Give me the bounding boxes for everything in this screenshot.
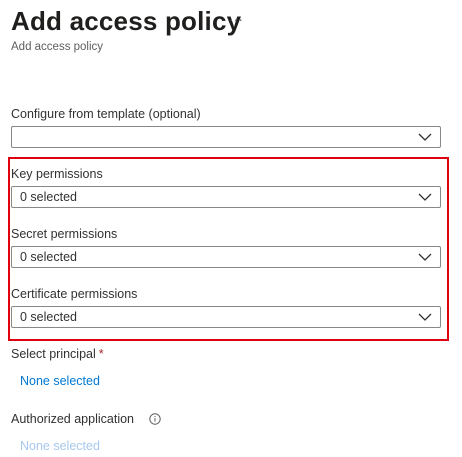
chevron-down-icon (418, 193, 432, 201)
certificate-permissions-value: 0 selected (20, 310, 77, 324)
chevron-down-icon (418, 253, 432, 261)
page-subtitle: Add access policy (11, 41, 104, 53)
secret-permissions-value: 0 selected (20, 250, 77, 264)
key-permissions-label: Key permissions (11, 167, 103, 181)
chevron-down-icon (418, 133, 432, 141)
certificate-permissions-label: Certificate permissions (11, 287, 138, 301)
select-principal-text: Select principal (11, 347, 96, 361)
template-dropdown[interactable] (11, 126, 441, 148)
info-icon[interactable] (149, 413, 161, 425)
key-permissions-dropdown[interactable]: 0 selected (11, 186, 441, 208)
more-icon[interactable]: ··· (229, 12, 243, 26)
select-principal-label: Select principal * (11, 347, 104, 361)
key-permissions-value: 0 selected (20, 190, 77, 204)
authorized-application-link: None selected (20, 439, 100, 453)
authorized-application-label: Authorized application (11, 412, 134, 426)
page-title: Add access policy (11, 6, 242, 36)
select-principal-link[interactable]: None selected (20, 374, 100, 388)
required-mark: * (98, 347, 104, 361)
secret-permissions-dropdown[interactable]: 0 selected (11, 246, 441, 268)
template-label: Configure from template (optional) (11, 107, 201, 121)
chevron-down-icon (418, 313, 432, 321)
certificate-permissions-dropdown[interactable]: 0 selected (11, 306, 441, 328)
secret-permissions-label: Secret permissions (11, 227, 118, 241)
